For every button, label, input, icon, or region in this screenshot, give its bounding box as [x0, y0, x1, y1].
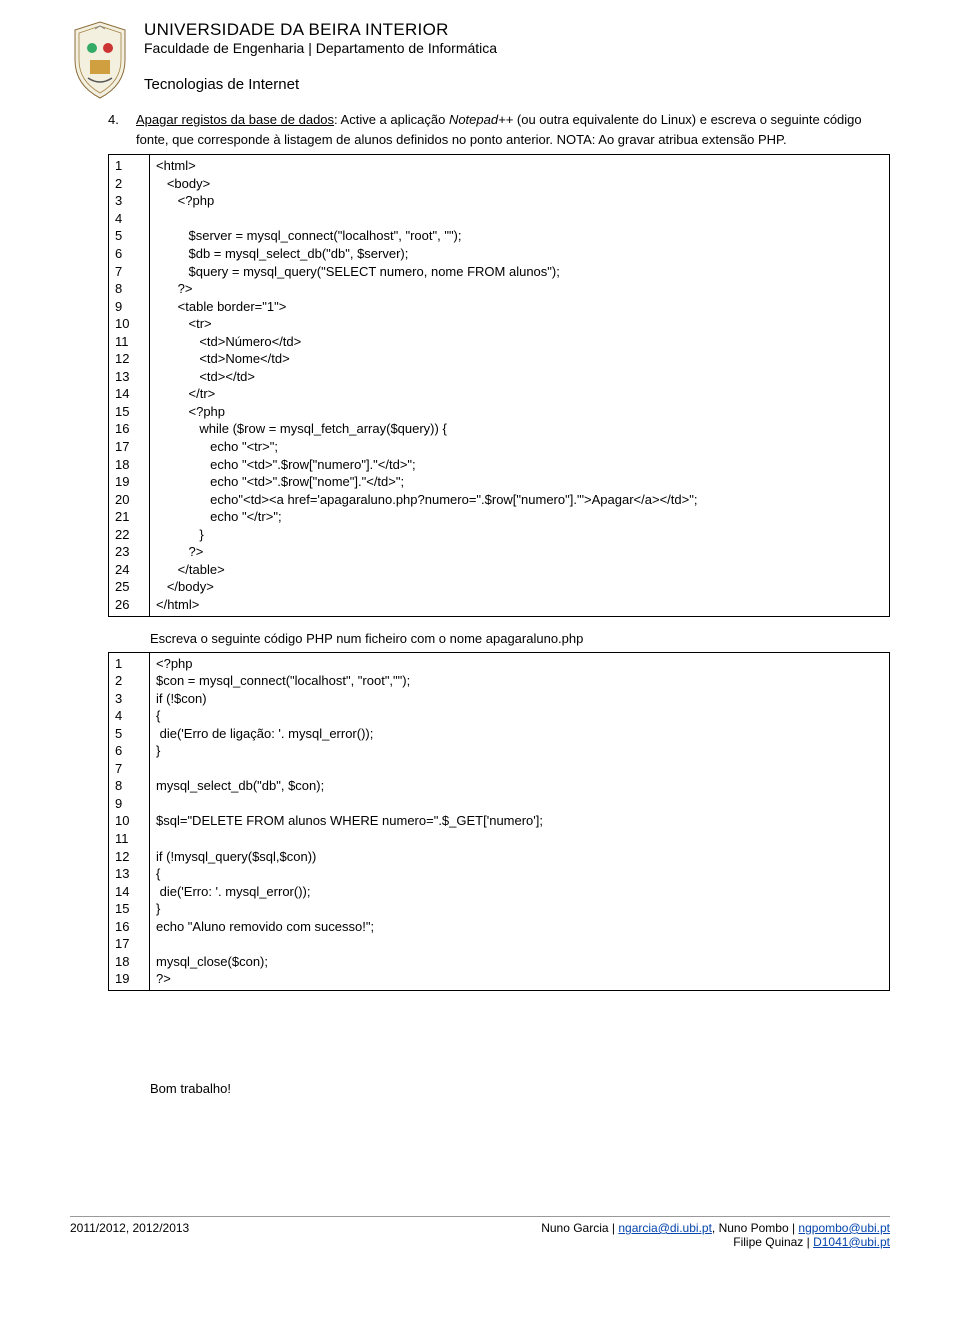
notepad-name: Notepad++: [449, 112, 513, 127]
second-file-instruction: Escreva o seguinte código PHP num fichei…: [150, 631, 890, 646]
code-block-2: 12345678910111213141516171819<?php$con =…: [108, 652, 890, 991]
item-body: Apagar registos da base de dados: Active…: [136, 110, 890, 150]
footer-years: 2011/2012, 2012/2013: [70, 1221, 189, 1249]
code2-line-numbers: 12345678910111213141516171819: [109, 652, 150, 990]
document-header: UNIVERSIDADE DA BEIRA INTERIOR Faculdade…: [70, 20, 890, 100]
page-footer: 2011/2012, 2012/2013 Nuno Garcia | ngarc…: [70, 1216, 890, 1249]
contact-2-email[interactable]: ngpombo@ubi.pt: [798, 1221, 890, 1235]
contact-2-name: , Nuno Pombo |: [712, 1221, 799, 1235]
course-name: Tecnologias de Internet: [144, 76, 497, 93]
title-block: UNIVERSIDADE DA BEIRA INTERIOR Faculdade…: [144, 20, 497, 93]
item-number: 4.: [108, 110, 126, 150]
university-name: UNIVERSIDADE DA BEIRA INTERIOR: [144, 20, 497, 40]
closing-line: Bom trabalho!: [150, 1081, 890, 1096]
footer-contacts: Nuno Garcia | ngarcia@di.ubi.pt, Nuno Po…: [541, 1221, 890, 1249]
code2-content: <?php$con = mysql_connect("localhost", "…: [150, 652, 890, 990]
contact-3-name: Filipe Quinaz |: [733, 1235, 813, 1249]
code1-content: <html> <body> <?php $server = mysql_conn…: [150, 155, 890, 616]
university-crest-icon: [70, 20, 130, 100]
contact-1-email[interactable]: ngarcia@di.ubi.pt: [618, 1221, 712, 1235]
item-sep: : Active a aplicação: [334, 112, 449, 127]
code-block-1: 1234567891011121314151617181920212223242…: [108, 154, 890, 616]
code1-line-numbers: 1234567891011121314151617181920212223242…: [109, 155, 150, 616]
faculty-name: Faculdade de Engenharia | Departamento d…: [144, 40, 497, 56]
contact-1-name: Nuno Garcia |: [541, 1221, 618, 1235]
exercise-item-4: 4. Apagar registos da base de dados: Act…: [108, 110, 890, 150]
item-title: Apagar registos da base de dados: [136, 112, 334, 127]
contact-3-email[interactable]: D1041@ubi.pt: [813, 1235, 890, 1249]
